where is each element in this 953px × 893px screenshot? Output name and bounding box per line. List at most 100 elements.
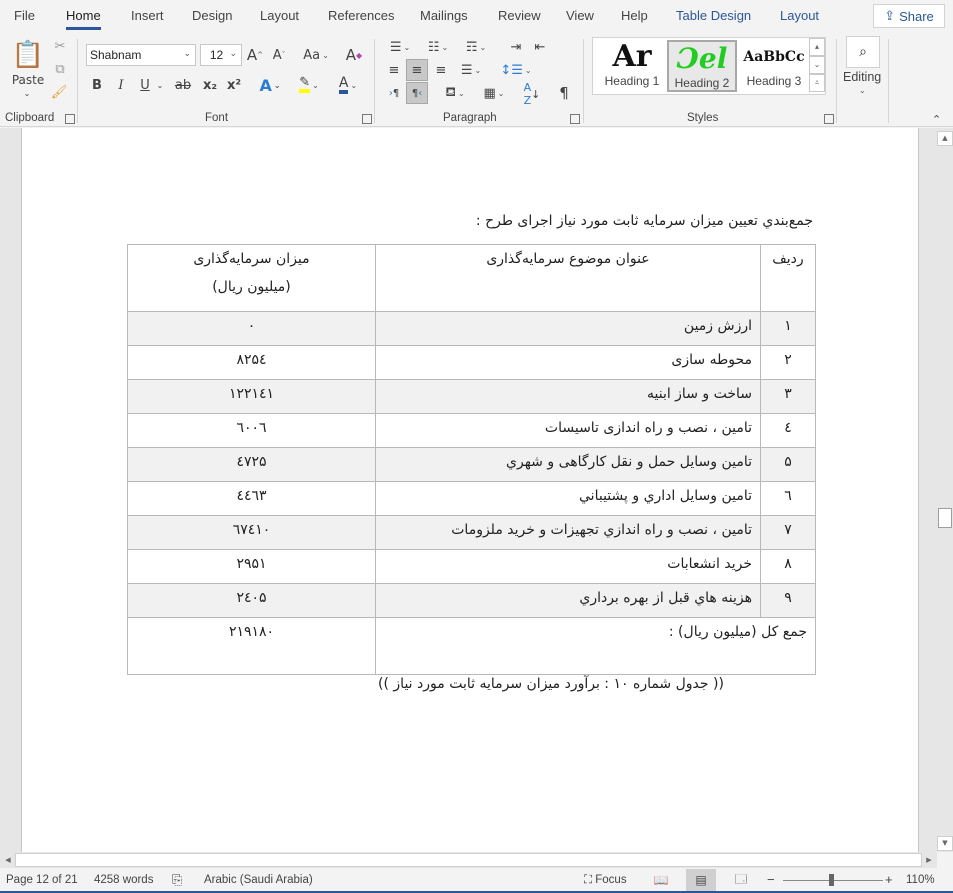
zoom-level[interactable]: 110% — [906, 874, 935, 886]
align-center-icon[interactable]: ≡ — [406, 59, 428, 81]
italic-button[interactable]: I — [112, 75, 130, 95]
cell-item-title[interactable]: تامين ، نصب و راه اندازي تجهيزات و خريد … — [375, 515, 761, 550]
paste-button[interactable]: Paste — [12, 73, 44, 87]
underline-button[interactable]: U — [136, 75, 154, 95]
header-value[interactable]: ميزان سرمایه‌گذاری (ميليون ريال) — [127, 244, 376, 312]
horizontal-scroll-track[interactable] — [15, 853, 922, 867]
editing-button[interactable]: ⌕ — [846, 36, 880, 68]
scroll-right-icon[interactable]: ▶ — [922, 853, 936, 867]
focus-button[interactable]: ⛶ Focus — [584, 874, 627, 887]
font-color-button[interactable]: A ⌄ — [331, 75, 365, 95]
copy-icon[interactable]: ⧉ — [52, 60, 68, 78]
header-num[interactable]: رديف — [760, 244, 816, 312]
language[interactable]: Arabic (Saudi Arabia) — [204, 874, 313, 886]
cell-item-title[interactable]: محوطه سازی — [375, 345, 761, 380]
print-layout-icon[interactable]: ▤ — [686, 869, 716, 891]
paste-icon[interactable]: 📋 — [12, 37, 44, 73]
tab-file[interactable]: File — [14, 8, 35, 23]
editing-chevron-icon[interactable]: ⌄ — [859, 86, 866, 95]
ltr-direction-icon[interactable]: › ¶ — [384, 83, 404, 103]
tab-references[interactable]: References — [328, 8, 394, 23]
style-heading-2[interactable]: Ɔel Heading 2 — [667, 40, 737, 92]
format-painter-icon[interactable]: 🖌 — [50, 83, 68, 101]
zoom-out-button[interactable]: − — [767, 872, 775, 887]
text-effects-icon[interactable]: A ⌄ — [254, 75, 286, 95]
rtl-direction-icon[interactable]: ¶ ‹ — [406, 82, 428, 104]
cell-item-value[interactable]: ٤٤٦۳ — [127, 481, 376, 516]
subscript-button[interactable]: x₂ — [200, 75, 220, 95]
tab-design[interactable]: Design — [192, 8, 232, 23]
proofing-icon[interactable]: ⎘ — [172, 872, 182, 888]
cell-row-number[interactable]: ٤ — [760, 413, 816, 448]
cell-row-number[interactable]: ۵ — [760, 447, 816, 482]
cell-item-title[interactable]: هزينه هاي قبل از بهره برداري — [375, 583, 761, 618]
borders-button[interactable]: ▦ ⌄ — [477, 83, 511, 103]
cell-total-label[interactable]: جمع کل (ميليون ريال) : — [375, 617, 816, 675]
font-launcher-icon[interactable] — [362, 114, 372, 124]
cell-item-title[interactable]: تامين ، نصب و راه اندازی تاسيسات — [375, 413, 761, 448]
strikethrough-button[interactable]: ab — [173, 75, 193, 95]
cell-item-value[interactable]: ٤۷۲۵ — [127, 447, 376, 482]
font-name-combo[interactable]: Shabnam ⌄ — [86, 44, 196, 66]
cell-row-number[interactable]: ۸ — [760, 549, 816, 584]
horizontal-scrollbar[interactable]: ◀ ▶ — [0, 852, 937, 868]
cell-item-value[interactable]: ۱۲۲۱٤۱ — [127, 379, 376, 414]
cut-icon[interactable]: ✂ — [52, 37, 68, 55]
tab-view[interactable]: View — [566, 8, 594, 23]
cell-item-title[interactable]: ساخت و ساز ابنيه — [375, 379, 761, 414]
tab-home[interactable]: Home — [66, 8, 101, 30]
sort-icon[interactable]: A Z ↓ — [521, 81, 543, 107]
clear-formatting-icon[interactable]: A ◆ — [343, 44, 365, 66]
cell-item-value[interactable]: ٦۷٤۱۰ — [127, 515, 376, 550]
vertical-scrollbar[interactable]: ▲ ▼ — [937, 128, 953, 852]
share-button[interactable]: ⇪ Share — [873, 4, 945, 28]
show-formatting-marks-icon[interactable]: ¶ — [554, 83, 574, 103]
web-layout-icon[interactable]: 🗔 — [726, 869, 756, 891]
scroll-left-icon[interactable]: ◀ — [1, 853, 15, 867]
paragraph-launcher-icon[interactable] — [570, 114, 580, 124]
numbering-button[interactable]: ☷ ⌄ — [422, 37, 454, 57]
tab-review[interactable]: Review — [498, 8, 541, 23]
cell-row-number[interactable]: ۷ — [760, 515, 816, 550]
read-mode-icon[interactable]: 📖 — [646, 869, 676, 891]
zoom-slider-thumb[interactable] — [829, 874, 834, 886]
justify-button[interactable]: ☰ ⌄ — [455, 60, 487, 80]
scroll-up-icon[interactable]: ▲ — [937, 131, 953, 146]
decrease-indent-icon[interactable]: ⇥ — [506, 37, 526, 57]
page[interactable]: جمع‌بندي تعيين ميزان سرمايه ثابت مورد ني… — [21, 128, 919, 852]
styles-scroll-down-icon[interactable]: ⌄ — [809, 56, 825, 74]
superscript-button[interactable]: x² — [224, 75, 244, 95]
cell-row-number[interactable]: ٦ — [760, 481, 816, 516]
shading-button[interactable]: ⛾ ⌄ — [438, 83, 472, 103]
cell-item-title[interactable]: تامين وسايل حمل و نقل کارگاهی و شهري — [375, 447, 761, 482]
word-count[interactable]: 4258 words — [94, 874, 153, 886]
cell-row-number[interactable]: ۳ — [760, 379, 816, 414]
cell-item-title[interactable]: ارزش زمين — [375, 311, 761, 346]
style-heading-3[interactable]: AaBbCc Heading 3 — [739, 40, 809, 92]
styles-more-icon[interactable]: ⩡ — [809, 74, 825, 92]
tab-insert[interactable]: Insert — [131, 8, 164, 23]
align-right-icon[interactable]: ≡ — [431, 60, 451, 80]
cell-row-number[interactable]: ۹ — [760, 583, 816, 618]
collapse-ribbon-icon[interactable]: ⌃ — [932, 113, 941, 126]
bold-button[interactable]: B — [88, 75, 106, 95]
style-heading-1[interactable]: Ar Heading 1 — [597, 40, 667, 92]
change-case-button[interactable]: Aa ⌄ — [300, 44, 332, 66]
scroll-thumb[interactable] — [938, 508, 952, 528]
header-title[interactable]: عنوان موضوع سرمایه‌گذاری — [375, 244, 761, 312]
cell-row-number[interactable]: ۱ — [760, 311, 816, 346]
tab-help[interactable]: Help — [621, 8, 648, 23]
cell-item-title[interactable]: تامين وسايل اداري و پشتيباني — [375, 481, 761, 516]
grow-font-icon[interactable]: A ^ — [246, 44, 264, 66]
tab-mailings[interactable]: Mailings — [420, 8, 468, 23]
clipboard-launcher-icon[interactable] — [65, 114, 75, 124]
cell-item-value[interactable]: ۲۹۵۱ — [127, 549, 376, 584]
cell-item-value[interactable]: ۸۲۵٤ — [127, 345, 376, 380]
cell-total-value[interactable]: ۲۱۹۱۸۰ — [127, 617, 376, 675]
paste-dropdown-chevron-icon[interactable]: ⌄ — [20, 88, 34, 98]
cell-item-value[interactable]: ۲٤۰۵ — [127, 583, 376, 618]
tab-table-layout[interactable]: Layout — [780, 8, 819, 23]
cell-item-value[interactable]: ۰ — [127, 311, 376, 346]
cell-item-value[interactable]: ٦۰۰٦ — [127, 413, 376, 448]
font-size-combo[interactable]: 12 ⌄ — [200, 44, 242, 66]
